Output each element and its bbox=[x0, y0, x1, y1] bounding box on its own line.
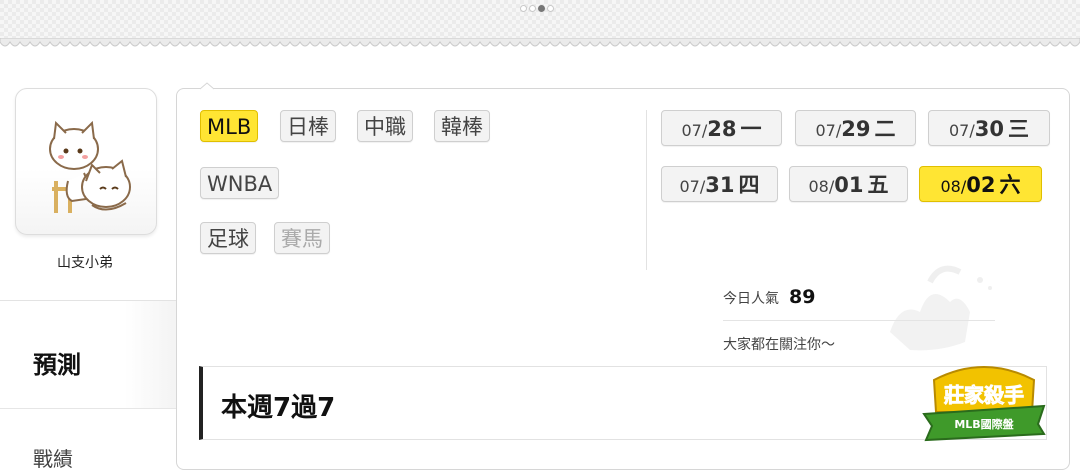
league-label: 賽馬 bbox=[281, 227, 323, 251]
date-day: 01 bbox=[834, 173, 864, 197]
date-button-0728[interactable]: 07/28 一 bbox=[661, 110, 782, 146]
league-label: WNBA bbox=[207, 172, 273, 196]
popularity-label: 今日人氣 bbox=[723, 291, 779, 307]
date-day: 02 bbox=[966, 173, 996, 197]
nav-tab-label: 預測 bbox=[33, 351, 81, 379]
date-button-0730[interactable]: 07/30 三 bbox=[928, 110, 1050, 146]
avatar[interactable] bbox=[15, 88, 157, 235]
league-button-wnba[interactable]: WNBA bbox=[200, 167, 280, 199]
tagline: 大家都在關注你～ bbox=[723, 337, 835, 353]
date-button-0731[interactable]: 07/31 四 bbox=[661, 166, 778, 202]
popularity-stat: 今日人氣 89 bbox=[723, 286, 815, 308]
cat-avatar-icon bbox=[49, 120, 131, 213]
date-day: 29 bbox=[841, 117, 871, 141]
page-dot-active[interactable] bbox=[538, 5, 545, 12]
date-month: 07/ bbox=[681, 121, 708, 140]
league-button-npb[interactable]: 日棒 bbox=[280, 110, 336, 142]
date-weekday: 二 bbox=[874, 117, 896, 141]
date-month: 08/ bbox=[808, 177, 835, 196]
date-button-0729[interactable]: 07/29 二 bbox=[795, 110, 916, 146]
nav-tab-label: 戰績 bbox=[33, 447, 73, 471]
date-button-0802[interactable]: 08/02 六 bbox=[919, 166, 1042, 202]
league-button-horse-racing[interactable]: 賽馬 bbox=[274, 222, 330, 254]
date-weekday: 三 bbox=[1007, 117, 1029, 141]
weekly-record-text: 本週7過7 bbox=[221, 393, 336, 423]
date-weekday: 六 bbox=[999, 173, 1021, 197]
date-month: 07/ bbox=[815, 121, 842, 140]
badge-subtitle: MLB國際盤 bbox=[954, 417, 1014, 431]
page-indicator[interactable] bbox=[520, 5, 554, 12]
date-month: 08/ bbox=[940, 177, 967, 196]
username: 山支小弟 bbox=[57, 255, 113, 271]
date-weekday: 一 bbox=[740, 117, 762, 141]
banker-killer-badge-icon: 莊家殺手 MLB國際盤 bbox=[922, 366, 1046, 442]
date-weekday: 五 bbox=[867, 173, 889, 197]
date-month: 07/ bbox=[949, 121, 975, 140]
league-label: 日棒 bbox=[287, 115, 329, 139]
league-button-cpbl[interactable]: 中職 bbox=[357, 110, 413, 142]
date-month: 07/ bbox=[679, 177, 706, 196]
popularity-value: 89 bbox=[789, 286, 816, 308]
league-label: 足球 bbox=[207, 227, 249, 251]
date-day: 30 bbox=[974, 117, 1004, 141]
badge-title: 莊家殺手 bbox=[944, 383, 1024, 407]
league-label: 韓棒 bbox=[441, 115, 483, 139]
league-button-mlb[interactable]: MLB bbox=[200, 110, 259, 142]
nav-tab-predict[interactable]: 預測 bbox=[0, 300, 178, 410]
nav-tab-record[interactable]: 戰績 bbox=[0, 408, 178, 471]
mascot-watermark-icon bbox=[890, 265, 992, 351]
panel-divider bbox=[646, 110, 647, 270]
league-label: 中職 bbox=[364, 115, 406, 139]
league-button-soccer[interactable]: 足球 bbox=[200, 222, 256, 254]
date-day: 28 bbox=[707, 117, 737, 141]
page-dot[interactable] bbox=[529, 5, 536, 12]
date-button-0801[interactable]: 08/01 五 bbox=[789, 166, 908, 202]
page-dot[interactable] bbox=[520, 5, 527, 12]
panel-pointer bbox=[200, 82, 214, 90]
league-label: MLB bbox=[207, 115, 252, 139]
stats-divider bbox=[723, 320, 995, 321]
page-dot[interactable] bbox=[547, 5, 554, 12]
date-day: 31 bbox=[705, 173, 735, 197]
date-weekday: 四 bbox=[738, 173, 760, 197]
scallop-border bbox=[0, 38, 1080, 47]
league-button-kbo[interactable]: 韓棒 bbox=[434, 110, 490, 142]
